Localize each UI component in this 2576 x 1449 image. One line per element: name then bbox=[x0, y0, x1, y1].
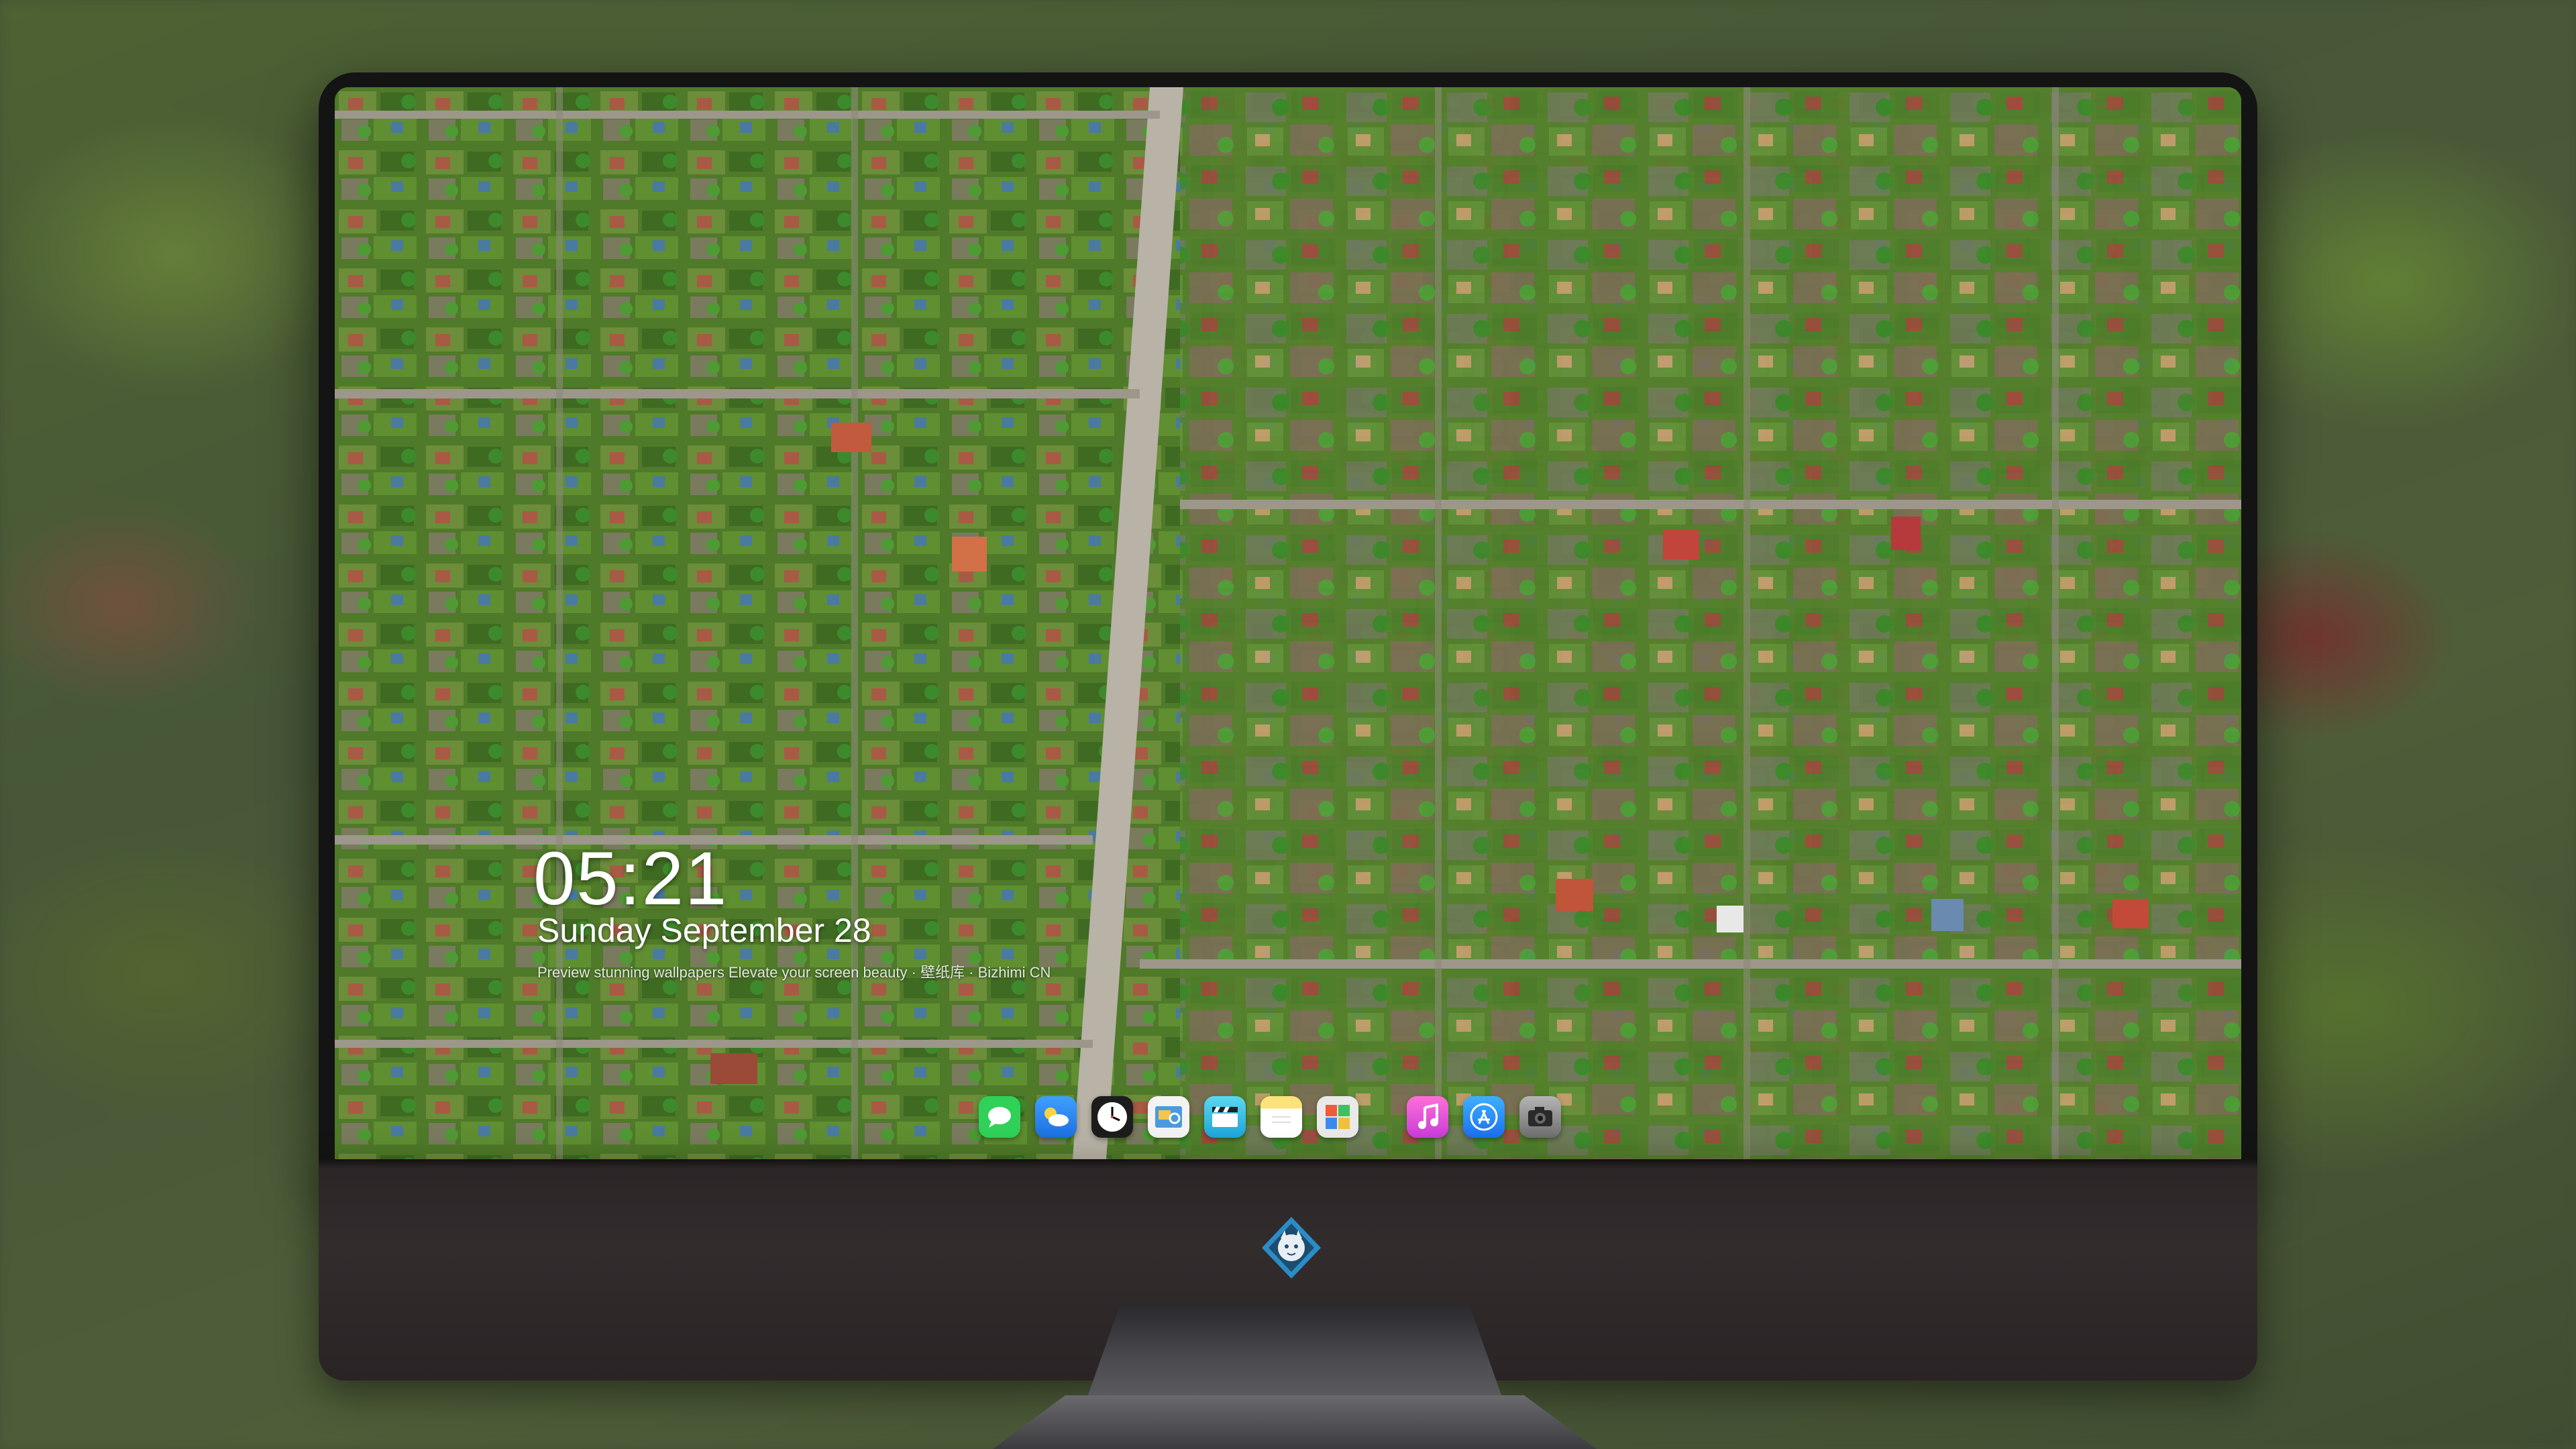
monitor-stand-base bbox=[993, 1395, 1597, 1449]
preview-app-icon[interactable] bbox=[1148, 1096, 1189, 1138]
music-app-icon[interactable] bbox=[1407, 1096, 1448, 1138]
aerial-wallpaper bbox=[335, 87, 2241, 1159]
messages-app-icon[interactable] bbox=[979, 1096, 1020, 1138]
camera-app-icon[interactable] bbox=[1519, 1096, 1561, 1138]
notes-app-icon[interactable] bbox=[1260, 1096, 1302, 1138]
app-store-app-icon[interactable] bbox=[1463, 1096, 1505, 1138]
chin-shadow bbox=[319, 1159, 2257, 1169]
weather-app-icon[interactable] bbox=[1035, 1096, 1077, 1138]
photo-booth-app-icon[interactable] bbox=[1317, 1096, 1358, 1138]
clips-app-icon[interactable] bbox=[1204, 1096, 1246, 1138]
lockscreen-date: Sunday September 28 bbox=[537, 912, 871, 949]
clock-app-icon[interactable] bbox=[1091, 1096, 1133, 1138]
monitor-stand-neck bbox=[1087, 1305, 1503, 1399]
wallpaper-caption: Preview stunning wallpapers Elevate your… bbox=[537, 964, 1051, 981]
monitor: 05:21 Sunday September 28 Preview stunni… bbox=[319, 72, 2257, 1381]
brand-logo-icon bbox=[1262, 1217, 1321, 1279]
dock bbox=[979, 1090, 1561, 1144]
monitor-bezel: 05:21 Sunday September 28 Preview stunni… bbox=[319, 72, 2257, 1173]
lockscreen-clock: 05:21 bbox=[533, 837, 729, 920]
screen: 05:21 Sunday September 28 Preview stunni… bbox=[335, 87, 2241, 1159]
